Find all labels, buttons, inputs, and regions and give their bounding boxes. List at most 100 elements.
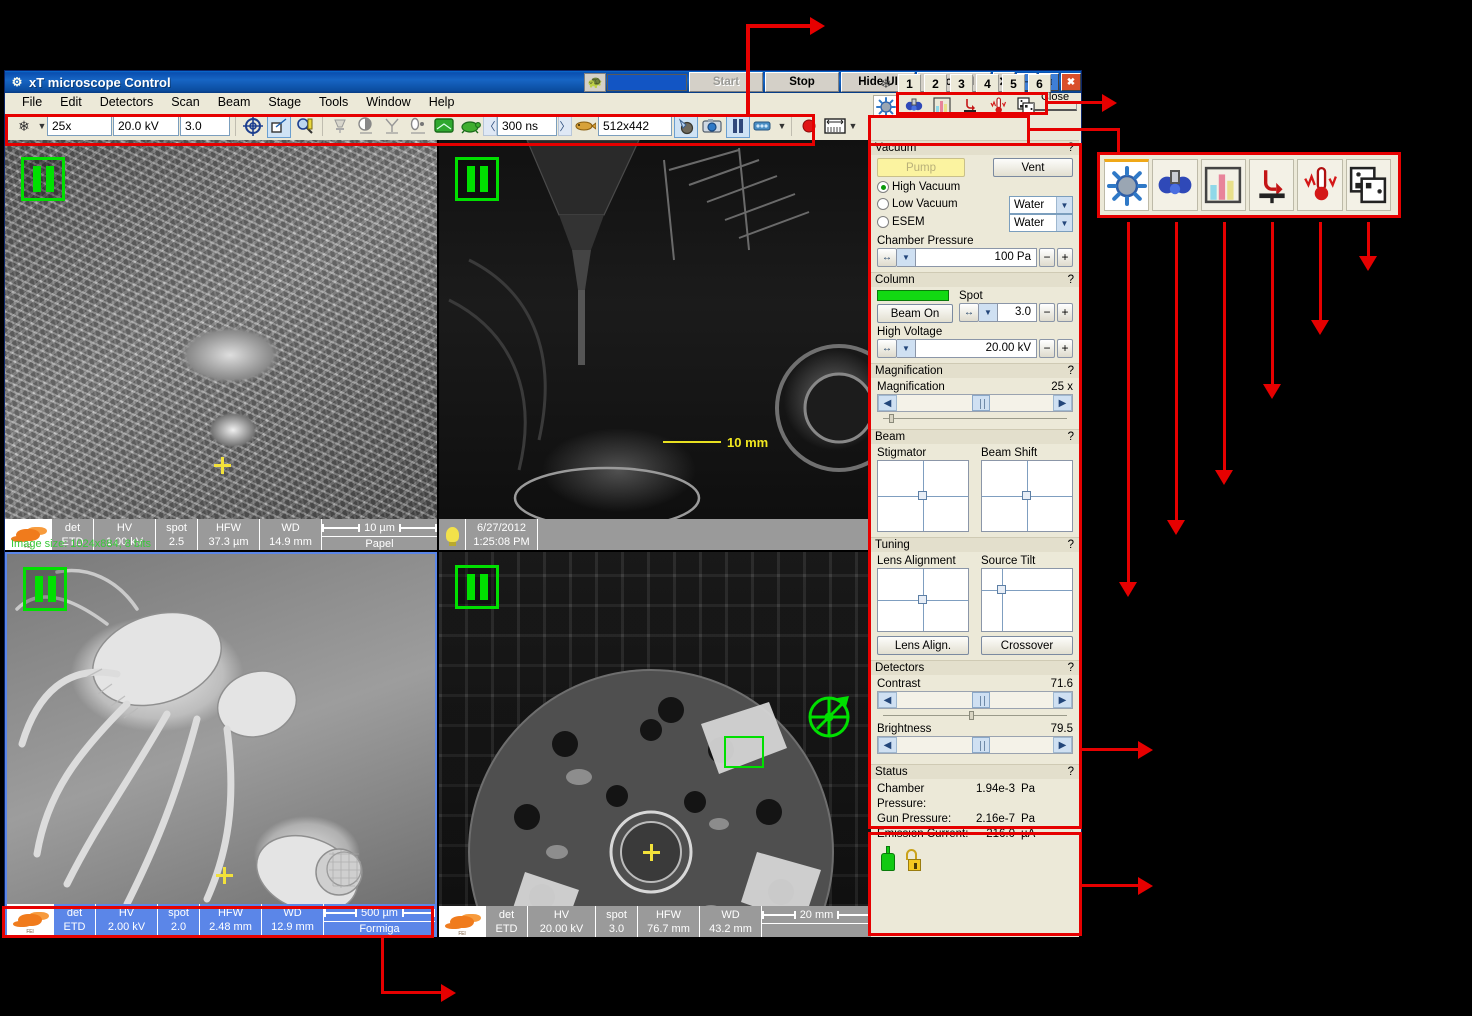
contrast-icon[interactable]	[354, 114, 378, 138]
menu-scan[interactable]: Scan	[162, 93, 209, 112]
beam-shift-pad[interactable]	[981, 460, 1073, 532]
pause-icon[interactable]	[726, 114, 750, 138]
high-voltage-field[interactable]: 20.0 kV	[113, 116, 179, 136]
status-help-icon[interactable]: ?	[1068, 766, 1074, 778]
page-tab-5[interactable]: 5	[1002, 74, 1025, 93]
callout-preferences-icon[interactable]	[1345, 159, 1391, 211]
measure-dropdown-arrow[interactable]: ▼	[848, 121, 858, 131]
contrast-slider-right[interactable]: ▶	[1053, 692, 1072, 708]
magnification-field[interactable]: 25x	[47, 116, 112, 136]
start-button[interactable]: Start	[689, 72, 763, 92]
magnification-slider[interactable]: ◀ ▶	[877, 394, 1073, 412]
crossover-button[interactable]: Crossover	[981, 636, 1073, 655]
column-help-icon[interactable]: ?	[1068, 274, 1074, 286]
select-area-icon[interactable]	[267, 114, 291, 138]
callout-beam-control-icon[interactable]	[1104, 159, 1150, 211]
callout-histogram-icon[interactable]	[1200, 159, 1246, 211]
esem-gas-select[interactable]: Water ▼	[1009, 214, 1073, 232]
record-icon[interactable]	[797, 114, 821, 138]
chevron-down-icon-2[interactable]: ▼	[1056, 215, 1072, 231]
beam-on-button[interactable]: Beam On	[877, 304, 953, 323]
low-vacuum-radio[interactable]: Low Vacuum	[877, 197, 958, 210]
dwell-time-field[interactable]: 300 ns	[497, 116, 557, 136]
detectors-help-icon[interactable]: ?	[1068, 662, 1074, 674]
video-icon[interactable]	[752, 114, 776, 138]
stage-icon[interactable]	[957, 95, 983, 117]
brightness-slider-left[interactable]: ◀	[878, 737, 897, 753]
lens-align-button[interactable]: Lens Align.	[877, 636, 969, 655]
esem-radio[interactable]: ESEM	[877, 215, 925, 228]
turtle-speed-icon[interactable]: 🐢	[584, 72, 606, 92]
measure-magnifier-icon[interactable]	[293, 114, 317, 138]
page-tab-1[interactable]: 1	[898, 74, 921, 93]
menu-file[interactable]: File	[13, 93, 51, 112]
measure-ruler-icon[interactable]	[823, 114, 847, 138]
spot-field[interactable]: 3.0	[180, 116, 230, 136]
pump-button[interactable]: Pump	[877, 158, 965, 177]
crosshair-target-icon[interactable]	[241, 114, 265, 138]
vacuum-help-icon[interactable]: ?	[1068, 142, 1074, 154]
stage-rotation-icon[interactable]	[803, 687, 859, 743]
contrast-slider[interactable]: ◀ ▶	[877, 691, 1073, 709]
page-tab-2[interactable]: 2	[924, 74, 947, 93]
hv-minus[interactable]: −	[1039, 338, 1055, 358]
quadrant-4-image[interactable]	[439, 552, 871, 937]
callout-temperature-icon[interactable]	[1297, 159, 1343, 211]
brightness-slider-right[interactable]: ▶	[1053, 737, 1072, 753]
beam-control-icon[interactable]	[873, 95, 899, 117]
spot-plus[interactable]: +	[1057, 302, 1073, 322]
histogram-icon[interactable]	[929, 95, 955, 117]
resolution-field[interactable]: 512x442	[598, 116, 672, 136]
magnification-slider-left[interactable]: ◀	[878, 395, 897, 411]
magnification-slider-right[interactable]: ▶	[1053, 395, 1072, 411]
magnification-help-icon[interactable]: ?	[1068, 365, 1074, 377]
beam-help-icon[interactable]: ?	[1068, 431, 1074, 443]
chamber-pressure-arrows-icon[interactable]: ↔	[877, 247, 897, 267]
menu-window[interactable]: Window	[357, 93, 419, 112]
vent-button[interactable]: Vent	[993, 158, 1073, 177]
spot-minus[interactable]: −	[1039, 302, 1055, 322]
spot-field-panel[interactable]: ↔ ▼ 3.0 − +	[959, 302, 1073, 322]
dwell-next-arrow[interactable]: 〉	[558, 116, 572, 136]
turtle-speed-icon-toolbar[interactable]	[458, 114, 482, 138]
chamber-pressure-value[interactable]: 100 Pa	[916, 247, 1037, 267]
spot-dropdown[interactable]: ▼	[979, 302, 998, 322]
magnification-slider-track[interactable]	[897, 395, 1053, 411]
callout-detectors-icon[interactable]	[1152, 159, 1198, 211]
menu-edit[interactable]: Edit	[51, 93, 91, 112]
quadrant-4[interactable]: FEI det ETD HV 20.00 kV spot 3.0 HFW 76.…	[439, 552, 871, 937]
hv-value[interactable]: 20.00 kV	[916, 338, 1037, 358]
menu-stage[interactable]: Stage	[259, 93, 310, 112]
hv-dropdown[interactable]: ▼	[897, 338, 916, 358]
high-voltage-field-panel[interactable]: ↔ ▼ 20.00 kV − +	[877, 338, 1073, 358]
detectors-icon[interactable]	[901, 95, 927, 117]
hv-plus[interactable]: +	[1057, 338, 1073, 358]
hv-arrows-icon[interactable]: ↔	[877, 338, 897, 358]
menu-beam[interactable]: Beam	[209, 93, 260, 112]
menu-tools[interactable]: Tools	[310, 93, 357, 112]
high-vacuum-radio[interactable]: High Vacuum	[877, 181, 960, 193]
contrast-fine-slider[interactable]	[883, 711, 1067, 721]
contrast-slider-track[interactable]	[897, 692, 1053, 708]
menu-help[interactable]: Help	[420, 93, 464, 112]
page-tab-3[interactable]: 3	[950, 74, 973, 93]
snowflake-icon[interactable]: ❄	[12, 114, 36, 138]
menu-detectors[interactable]: Detectors	[91, 93, 163, 112]
column-icon[interactable]	[328, 114, 352, 138]
dwell-prev-arrow[interactable]: 〈	[483, 116, 497, 136]
brightness-slider[interactable]: ◀ ▶	[877, 736, 1073, 754]
snowflake-icon-pages[interactable]: ❄	[877, 75, 895, 93]
beam-spot-icon[interactable]	[406, 114, 430, 138]
quadrant-1[interactable]: Image size: 1024x884, 8 bits Image from …	[5, 140, 437, 550]
fish-speed-icon[interactable]	[573, 114, 597, 138]
chamber-pressure-minus[interactable]: −	[1039, 247, 1055, 267]
contrast-slider-left[interactable]: ◀	[878, 692, 897, 708]
stop-button[interactable]: Stop	[765, 72, 839, 92]
stigmator-pad[interactable]	[877, 460, 969, 532]
spot-arrows-icon[interactable]: ↔	[959, 302, 979, 322]
chamber-pressure-field[interactable]: ↔ ▼ 100 Pa − +	[877, 247, 1073, 267]
callout-stage-icon[interactable]	[1248, 159, 1295, 211]
snowflake-dropdown-arrow[interactable]: ▼	[37, 121, 47, 131]
page-tab-4[interactable]: 4	[976, 74, 999, 93]
chamber-lamp-icon[interactable]	[439, 519, 465, 550]
